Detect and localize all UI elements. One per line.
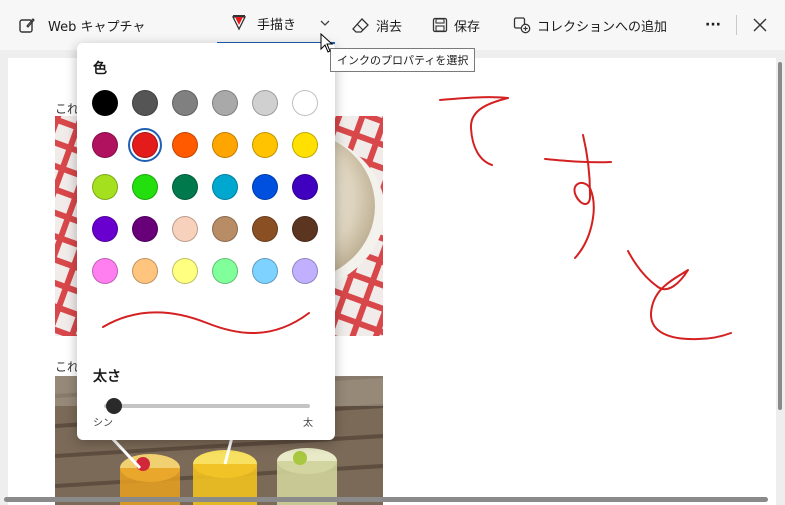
color-swatch[interactable] <box>252 90 278 116</box>
color-heading: 色 <box>93 61 107 77</box>
color-swatch[interactable] <box>128 128 162 162</box>
ink-stroke <box>544 158 612 164</box>
app-title: Web キャプチャ <box>48 19 146 35</box>
ink-stroke <box>627 250 732 341</box>
color-swatch[interactable] <box>172 90 198 116</box>
close-button[interactable] <box>753 0 767 50</box>
more-icon: ··· <box>705 17 721 33</box>
chevron-down-icon[interactable] <box>320 19 330 27</box>
color-swatch[interactable] <box>172 174 198 200</box>
color-swatch[interactable] <box>172 258 198 284</box>
more-options-button[interactable]: ··· <box>705 0 721 50</box>
color-swatch[interactable] <box>292 174 318 200</box>
thickness-heading: 太さ <box>93 369 121 385</box>
color-swatch[interactable] <box>132 216 158 242</box>
erase-label: 消去 <box>376 19 403 35</box>
save-label: 保存 <box>454 19 481 35</box>
color-swatch[interactable] <box>252 216 278 242</box>
horizontal-scrollbar[interactable] <box>4 497 768 502</box>
save-button[interactable]: 保存 <box>432 0 480 50</box>
pen-icon <box>231 14 247 32</box>
color-swatch[interactable] <box>92 258 118 284</box>
color-swatch[interactable] <box>92 90 118 116</box>
ink-stroke <box>573 134 595 259</box>
web-capture-icon <box>18 16 36 34</box>
color-swatch[interactable] <box>92 216 118 242</box>
collection-label: コレクションへの追加 <box>537 19 668 35</box>
collection-add-icon <box>513 16 531 34</box>
color-swatch[interactable] <box>92 132 118 158</box>
eraser-icon <box>352 17 370 33</box>
color-swatch[interactable] <box>212 216 238 242</box>
close-icon <box>753 18 767 32</box>
color-swatch[interactable] <box>252 174 278 200</box>
add-to-collection-button[interactable]: コレクションへの追加 <box>513 0 667 50</box>
mouse-cursor-icon <box>320 33 334 53</box>
color-swatch[interactable] <box>132 258 158 284</box>
color-swatch[interactable] <box>252 132 278 158</box>
color-swatch[interactable] <box>172 132 198 158</box>
color-swatch[interactable] <box>92 174 118 200</box>
color-swatch[interactable] <box>132 90 158 116</box>
color-swatch[interactable] <box>212 174 238 200</box>
thickness-slider-thumb[interactable] <box>106 398 123 414</box>
toolbar-divider <box>736 15 737 35</box>
color-swatch[interactable] <box>132 174 158 200</box>
color-swatch[interactable] <box>292 216 318 242</box>
stroke-preview <box>102 311 310 335</box>
color-swatch[interactable] <box>212 132 238 158</box>
color-swatch[interactable] <box>172 216 198 242</box>
tooltip-text: インクのプロパティを選択 <box>337 54 469 67</box>
vertical-scrollbar[interactable] <box>778 62 782 410</box>
tooltip: インクのプロパティを選択 <box>330 48 476 72</box>
thickness-slider-track[interactable] <box>104 404 310 408</box>
color-swatch[interactable] <box>252 258 278 284</box>
erase-button[interactable]: 消去 <box>352 0 402 50</box>
thick-label: 太 <box>303 418 313 429</box>
ink-stroke <box>439 96 509 166</box>
color-swatch[interactable] <box>292 132 318 158</box>
color-swatch[interactable] <box>212 258 238 284</box>
draw-button[interactable]: 手描き <box>217 4 335 44</box>
ink-properties-panel: 色 太さ シン 太 <box>77 43 335 440</box>
save-icon <box>432 17 448 33</box>
color-swatch[interactable] <box>292 90 318 116</box>
color-swatch[interactable] <box>212 90 238 116</box>
color-swatch[interactable] <box>292 258 318 284</box>
draw-label: 手描き <box>257 17 297 33</box>
thin-label: シン <box>93 418 113 429</box>
